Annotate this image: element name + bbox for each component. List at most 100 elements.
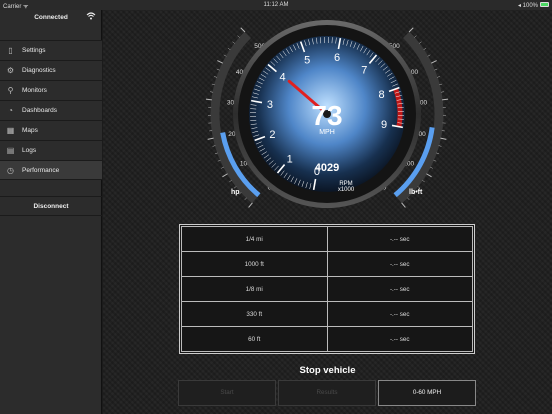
distance-cell: 1000 ft — [181, 251, 328, 277]
tq-tick — [434, 68, 438, 71]
hp-tick — [237, 35, 240, 38]
sidebar-item-label: Settings — [22, 47, 46, 54]
rpm-tick-label: 5 — [304, 54, 310, 66]
hp-tick — [214, 76, 218, 78]
connection-header: Connected — [0, 10, 102, 28]
hp-tick — [223, 54, 227, 57]
rpm-tick-label: 8 — [378, 89, 384, 101]
distance-cell: 1/8 mi — [181, 276, 328, 302]
battery-icon — [540, 2, 549, 7]
table-row: 1000 ft -.-- sec — [181, 251, 473, 277]
torque-unit: lb•ft — [409, 189, 423, 196]
sidebar-menu: ▯ Settings ⚙ Diagnostics ⚲ Monitors ◔ Da… — [0, 40, 102, 180]
time-cell: -.-- sec — [326, 251, 473, 277]
rpm-multiplier: x1000 — [338, 187, 355, 193]
hp-tick — [205, 98, 212, 101]
results-button[interactable]: Results — [278, 380, 376, 406]
rpm-tick-label: 7 — [361, 65, 367, 77]
tq-tick — [440, 137, 447, 140]
rpm-tick-label: 6 — [334, 52, 340, 64]
log-icon: ▤ — [6, 146, 15, 155]
hp-tick — [221, 166, 224, 169]
table-row: 60 ft -.-- sec — [181, 326, 473, 352]
sidebar-item-settings[interactable]: ▯ Settings — [0, 40, 102, 60]
stopwatch-icon: ◷ — [7, 166, 14, 175]
distance-cell: 60 ft — [181, 326, 328, 352]
hp-tick — [216, 68, 220, 71]
tq-tick — [407, 197, 410, 201]
rpm-value: 4029 — [315, 162, 339, 174]
distance-cell: 330 ft — [181, 301, 328, 327]
rpm-tick-label: 9 — [381, 119, 387, 131]
tq-tick — [426, 173, 432, 178]
hp-tick — [244, 197, 247, 201]
sidebar-item-label: Performance — [22, 167, 60, 174]
horsepower-unit: hp — [231, 189, 240, 196]
tq-tick — [401, 202, 406, 208]
sidebar-item-label: Diagnostics — [22, 67, 56, 74]
time-cell: -.-- sec — [326, 301, 473, 327]
hp-tick — [214, 152, 218, 155]
status-message: Stop vehicle — [299, 365, 356, 376]
sidebar-item-logs[interactable]: ▤ Logs — [0, 140, 102, 160]
mode-select-button[interactable]: 0-60 MPH — [378, 380, 476, 406]
sidebar-item-label: Maps — [22, 127, 38, 134]
sidebar-item-performance[interactable]: ◷ Performance — [0, 160, 102, 180]
hp-tick — [233, 186, 237, 189]
sidebar-item-maps[interactable]: ▦ Maps — [0, 120, 102, 140]
performance-panel: 0 100 200 300 400 500 hp 0 100 200 300 4… — [103, 10, 552, 414]
wifi-icon — [86, 12, 96, 22]
rpm-tick-label: 2 — [269, 129, 275, 141]
results-table: 1/4 mi -.-- sec 1000 ft -.-- sec 1/8 mi … — [179, 224, 475, 354]
hp-tick — [240, 27, 246, 33]
map-icon: ▦ — [6, 126, 15, 135]
hp-tick — [217, 60, 223, 64]
sidebar-item-label: Logs — [22, 147, 37, 154]
clock: 11:12 AM — [263, 2, 289, 8]
tq-tick — [436, 76, 440, 78]
table-row: 330 ft -.-- sec — [181, 301, 473, 327]
time-cell: -.-- sec — [326, 276, 473, 302]
tq-tick — [431, 60, 437, 64]
action-buttons: Start Results 0-60 MPH — [178, 380, 476, 408]
tachometer: 0 1 2 3 4 5 6 7 8 9 73 MPH 4029 RPM x100… — [233, 20, 421, 208]
status-bar: Carrier ᯤ 11:12 AM ◂ 100% — [0, 0, 552, 10]
settings-icon: ▯ — [8, 46, 13, 55]
rpm-tick-label: 3 — [267, 99, 273, 111]
tq-tick — [433, 159, 437, 162]
tq-tick — [408, 27, 414, 33]
sidebar: Connected ▯ Settings ⚙ Diagnostics ⚲ Mon… — [0, 0, 102, 414]
magnifier-icon: ⚲ — [7, 86, 14, 95]
tq-tick — [436, 152, 440, 155]
time-cell: -.-- sec — [326, 226, 473, 252]
gauge-icon: ◔ — [8, 106, 13, 115]
engine-icon: ⚙ — [6, 66, 15, 75]
tq-tick — [419, 41, 422, 44]
sidebar-item-diagnostics[interactable]: ⚙ Diagnostics — [0, 60, 102, 80]
tq-tick — [417, 186, 421, 189]
sidebar-item-monitors[interactable]: ⚲ Monitors — [0, 80, 102, 100]
hp-tick — [229, 179, 232, 183]
hp-tick — [222, 173, 228, 178]
disconnect-button[interactable]: Disconnect — [0, 196, 102, 216]
table-row: 1/8 mi -.-- sec — [181, 276, 473, 302]
distance-cell: 1/4 mi — [181, 226, 328, 252]
hp-tick — [248, 202, 253, 208]
battery-percentage: ◂ 100% — [517, 3, 538, 9]
hp-tick — [217, 159, 221, 162]
time-cell: -.-- sec — [326, 326, 473, 352]
tq-tick — [430, 166, 433, 169]
sidebar-item-label: Dashboards — [22, 107, 58, 114]
table-row: 1/4 mi -.-- sec — [181, 226, 473, 252]
gauge-cluster: 0 100 200 300 400 500 hp 0 100 200 300 4… — [205, 20, 449, 208]
tq-tick — [442, 98, 449, 101]
sidebar-item-label: Monitors — [22, 87, 47, 94]
speed-value: 73 — [311, 100, 342, 131]
hp-tick — [232, 41, 235, 44]
sidebar-item-dashboards[interactable]: ◔ Dashboards — [0, 100, 102, 120]
start-button[interactable]: Start — [178, 380, 276, 406]
rpm-tick-label: 1 — [287, 153, 293, 165]
rpm-tick-label: 4 — [280, 72, 286, 84]
hp-tick — [227, 47, 231, 51]
tq-tick — [423, 47, 427, 51]
